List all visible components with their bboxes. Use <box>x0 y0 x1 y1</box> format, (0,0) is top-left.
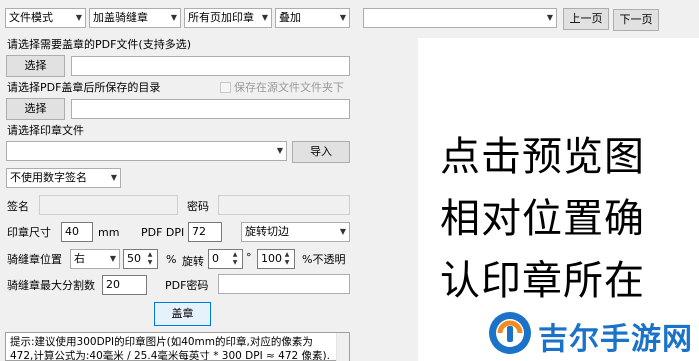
chevron-down-icon: ▼ <box>109 254 116 263</box>
preview-line-2: 相对位置确 <box>440 196 645 242</box>
stamp-button[interactable]: 盖章 <box>154 302 211 326</box>
hint-line-2: 472,计算公式为:40毫米 / 25.4毫米每英寸 * 300 DPI ≈ 4… <box>10 350 330 361</box>
stamp-size-label: 印章尺寸 <box>7 226 51 239</box>
signature-label: 签名 <box>7 200 29 213</box>
stamp-size-field[interactable]: 40 <box>61 222 93 242</box>
pdf-password-field[interactable] <box>218 274 350 294</box>
seam-type-value: 加盖骑缝章 <box>93 11 148 24</box>
seam-offset-value: 50 <box>127 252 141 265</box>
chevron-down-icon: ▼ <box>339 13 346 22</box>
chevron-down-icon: ▼ <box>261 13 268 22</box>
rotate-field[interactable]: 0 ▲ ▼ <box>208 249 243 269</box>
max-split-field[interactable]: 20 <box>102 275 147 295</box>
select-dir-button[interactable]: 选择 <box>6 98 65 120</box>
seam-type-select[interactable]: 加盖骑缝章 ▼ <box>89 8 181 28</box>
rotate-mode-value: 旋转切边 <box>245 225 289 238</box>
watermark-text: 吉尔手游网 <box>538 322 693 357</box>
page-range-value: 所有页加印章 <box>188 11 254 24</box>
preview-line-1: 点击预览图 <box>440 134 645 180</box>
pdf-path-field[interactable] <box>71 56 350 76</box>
prev-page-button[interactable]: 上一页 <box>563 8 609 30</box>
chevron-down-icon: ▼ <box>339 227 346 236</box>
seam-side-value: 右 <box>74 252 85 265</box>
stamp-file-select[interactable]: ▼ <box>6 141 287 161</box>
digital-sign-select[interactable]: 不使用数字签名 ▼ <box>6 168 121 188</box>
spinner-icon[interactable]: ▲ ▼ <box>144 251 156 267</box>
spinner-icon[interactable]: ▲ ▼ <box>281 251 293 267</box>
hint-line-1: 提示:建议使用300DPI的印章图片(如40mm的印章,对应的像素为 <box>10 336 313 348</box>
watermark-logo-icon <box>489 312 531 354</box>
hint-box: 提示:建议使用300DPI的印章图片(如40mm的印章,对应的像素为 472,计… <box>5 332 350 361</box>
overlay-value: 叠加 <box>279 11 301 24</box>
chevron-down-icon: ▼ <box>110 173 117 182</box>
seam-side-select[interactable]: 右 ▼ <box>70 249 120 269</box>
opacity-value: 100 <box>261 252 282 265</box>
digital-sign-value: 不使用数字签名 <box>10 171 87 184</box>
pdf-dpi-label: PDF DPI <box>141 226 185 239</box>
select-pdf-button[interactable]: 选择 <box>6 55 65 77</box>
pdf-input-label: 请选择需要盖章的PDF文件(支持多选) <box>7 38 192 51</box>
seam-position-label: 骑缝章位置 <box>7 253 62 266</box>
opacity-field[interactable]: 100 ▲ ▼ <box>257 249 295 269</box>
opacity-unit: %不透明 <box>302 253 346 266</box>
chevron-down-icon: ▼ <box>75 13 82 22</box>
rotate-unit: ° <box>246 251 252 264</box>
hint-scrollbar[interactable] <box>336 333 349 361</box>
pdf-password-label: PDF密码 <box>165 279 209 292</box>
stamp-file-label: 请选择印章文件 <box>7 124 84 137</box>
mode-select[interactable]: 文件模式 ▼ <box>5 8 86 28</box>
overlay-select[interactable]: 叠加 ▼ <box>275 8 350 28</box>
spinner-icon[interactable]: ▲ ▼ <box>229 251 241 267</box>
chevron-down-icon: ▼ <box>546 13 553 22</box>
rotate-label: 旋转 <box>182 255 204 268</box>
preview-line-3: 认印章所在 <box>440 258 645 304</box>
chevron-down-icon: ▼ <box>170 13 177 22</box>
next-page-button[interactable]: 下一页 <box>613 9 659 31</box>
password-field[interactable] <box>218 195 350 215</box>
save-dir-label: 请选择PDF盖章后所保存的目录 <box>7 81 161 94</box>
save-in-source-label: 保存在源文件文件夹下 <box>234 81 344 94</box>
import-button[interactable]: 导入 <box>292 141 350 163</box>
mode-select-value: 文件模式 <box>9 11 53 24</box>
watermark: 吉尔手游网 <box>484 304 699 361</box>
password-label: 密码 <box>187 200 209 213</box>
save-in-source-checkbox[interactable] <box>220 82 231 93</box>
seam-offset-unit: % <box>166 253 177 266</box>
chevron-down-icon: ▼ <box>276 146 283 155</box>
pdf-dpi-field[interactable]: 72 <box>188 222 222 242</box>
page-range-select[interactable]: 所有页加印章 ▼ <box>184 8 272 28</box>
max-split-label: 骑缝章最大分割数 <box>7 279 95 292</box>
rotate-value: 0 <box>212 252 219 265</box>
signature-field[interactable] <box>39 195 178 215</box>
stamp-size-unit: mm <box>98 226 120 239</box>
seam-offset-field[interactable]: 50 ▲ ▼ <box>123 249 158 269</box>
page-select[interactable]: ▼ <box>363 8 557 28</box>
rotate-mode-select[interactable]: 旋转切边 ▼ <box>241 222 350 242</box>
save-dir-field[interactable] <box>71 99 350 119</box>
